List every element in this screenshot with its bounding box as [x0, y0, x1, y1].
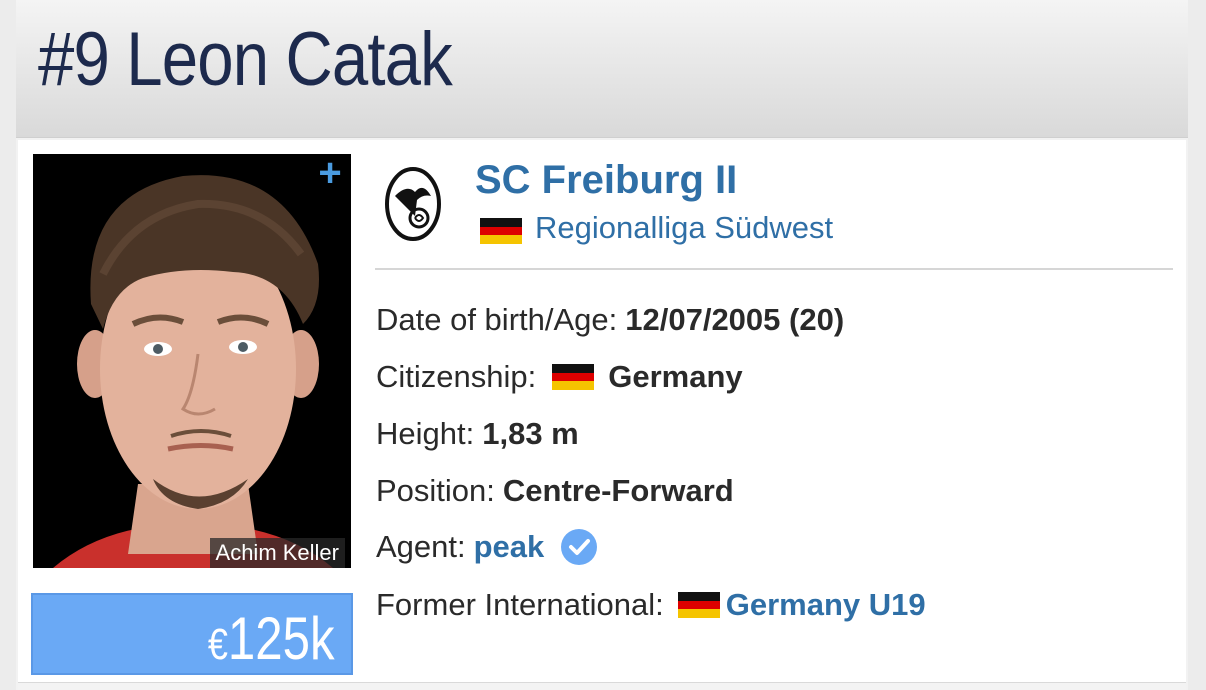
- market-value-currency: €: [208, 620, 229, 669]
- photo-credit: Achim Keller: [209, 538, 345, 568]
- info-row-former-international: Former International: Germany U19: [376, 587, 926, 623]
- former-international-link[interactable]: Germany U19: [726, 587, 926, 623]
- club-name-link[interactable]: SC Freiburg II: [475, 158, 737, 203]
- info-row-dob: Date of birth/Age: 12/07/2005 (20): [376, 302, 844, 338]
- plus-icon[interactable]: +: [316, 154, 344, 193]
- left-edge: [0, 0, 16, 690]
- player-portrait-image: [33, 154, 351, 568]
- dob-label: Date of birth/Age:: [376, 302, 618, 337]
- dob-value: 12/07/2005 (20): [625, 302, 845, 337]
- position-label: Position:: [376, 473, 495, 508]
- citizenship-value: Germany: [608, 359, 743, 394]
- citizenship-label: Citizenship:: [376, 359, 537, 394]
- agent-label: Agent:: [376, 529, 466, 564]
- height-label: Height:: [376, 416, 475, 451]
- info-row-agent: Agent: peak: [376, 528, 598, 566]
- germany-flag-icon: [552, 364, 595, 390]
- card-bottom-border: [18, 682, 1186, 690]
- profile-header: #9 Leon Catak: [16, 0, 1188, 138]
- germany-flag-icon: [677, 592, 720, 618]
- info-row-citizenship: Citizenship: Germany: [376, 359, 743, 395]
- league-name-link[interactable]: Regionalliga Südwest: [535, 210, 833, 246]
- info-row-height: Height: 1,83 m: [376, 416, 579, 452]
- germany-flag-icon: [480, 218, 522, 244]
- club-crest-icon[interactable]: [385, 166, 441, 242]
- position-value: Centre-Forward: [502, 473, 734, 508]
- info-row-position: Position: Centre-Forward: [376, 473, 734, 509]
- market-value-box[interactable]: €125k: [31, 593, 353, 675]
- header-divider: [375, 268, 1173, 270]
- player-title: #9 Leon Catak: [38, 17, 453, 102]
- market-value: €125k: [208, 609, 335, 669]
- player-photo[interactable]: + Achim Keller: [33, 154, 351, 568]
- page-frame: #9 Leon Catak + Achim Keller €125k SC Fr…: [0, 0, 1206, 690]
- verified-check-icon: [561, 529, 598, 565]
- market-value-amount: 125k: [228, 605, 335, 672]
- agent-link[interactable]: peak: [474, 529, 545, 565]
- height-value: 1,83 m: [482, 416, 579, 451]
- right-edge: [1188, 0, 1206, 690]
- former-international-label: Former International:: [376, 587, 664, 622]
